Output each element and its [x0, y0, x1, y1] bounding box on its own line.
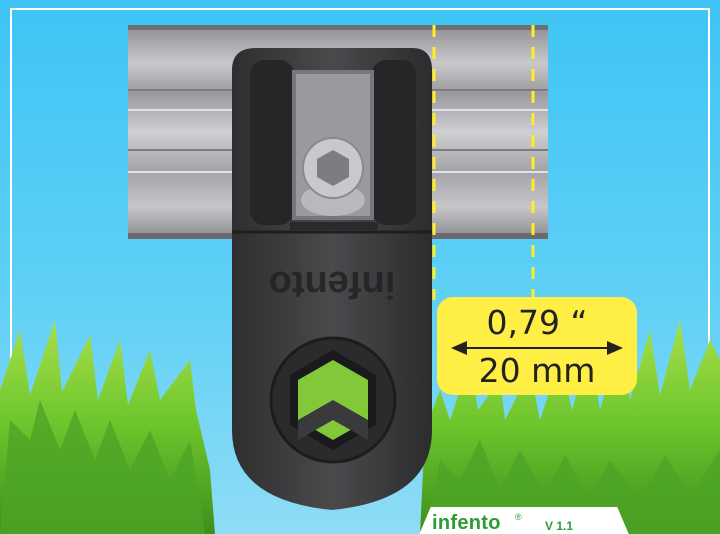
registered-mark: ®	[515, 512, 522, 522]
brand-logo: infento	[432, 512, 501, 534]
scene-svg: infento	[0, 25, 720, 534]
version-label: V 1.1	[545, 519, 574, 533]
dimension-inch: 0,79 “	[486, 303, 588, 342]
dimension-label: 0,79 “ 20 mm	[437, 297, 637, 395]
product-illustration: infento 0,79 “ 20 mm infento ® V 1.1	[0, 0, 720, 534]
embossed-brand: infento	[269, 263, 396, 305]
brand-tab: infento ® V 1.1	[418, 507, 630, 534]
hex-hole	[269, 336, 397, 464]
dimension-mm: 20 mm	[478, 351, 596, 390]
bolt	[301, 137, 365, 216]
